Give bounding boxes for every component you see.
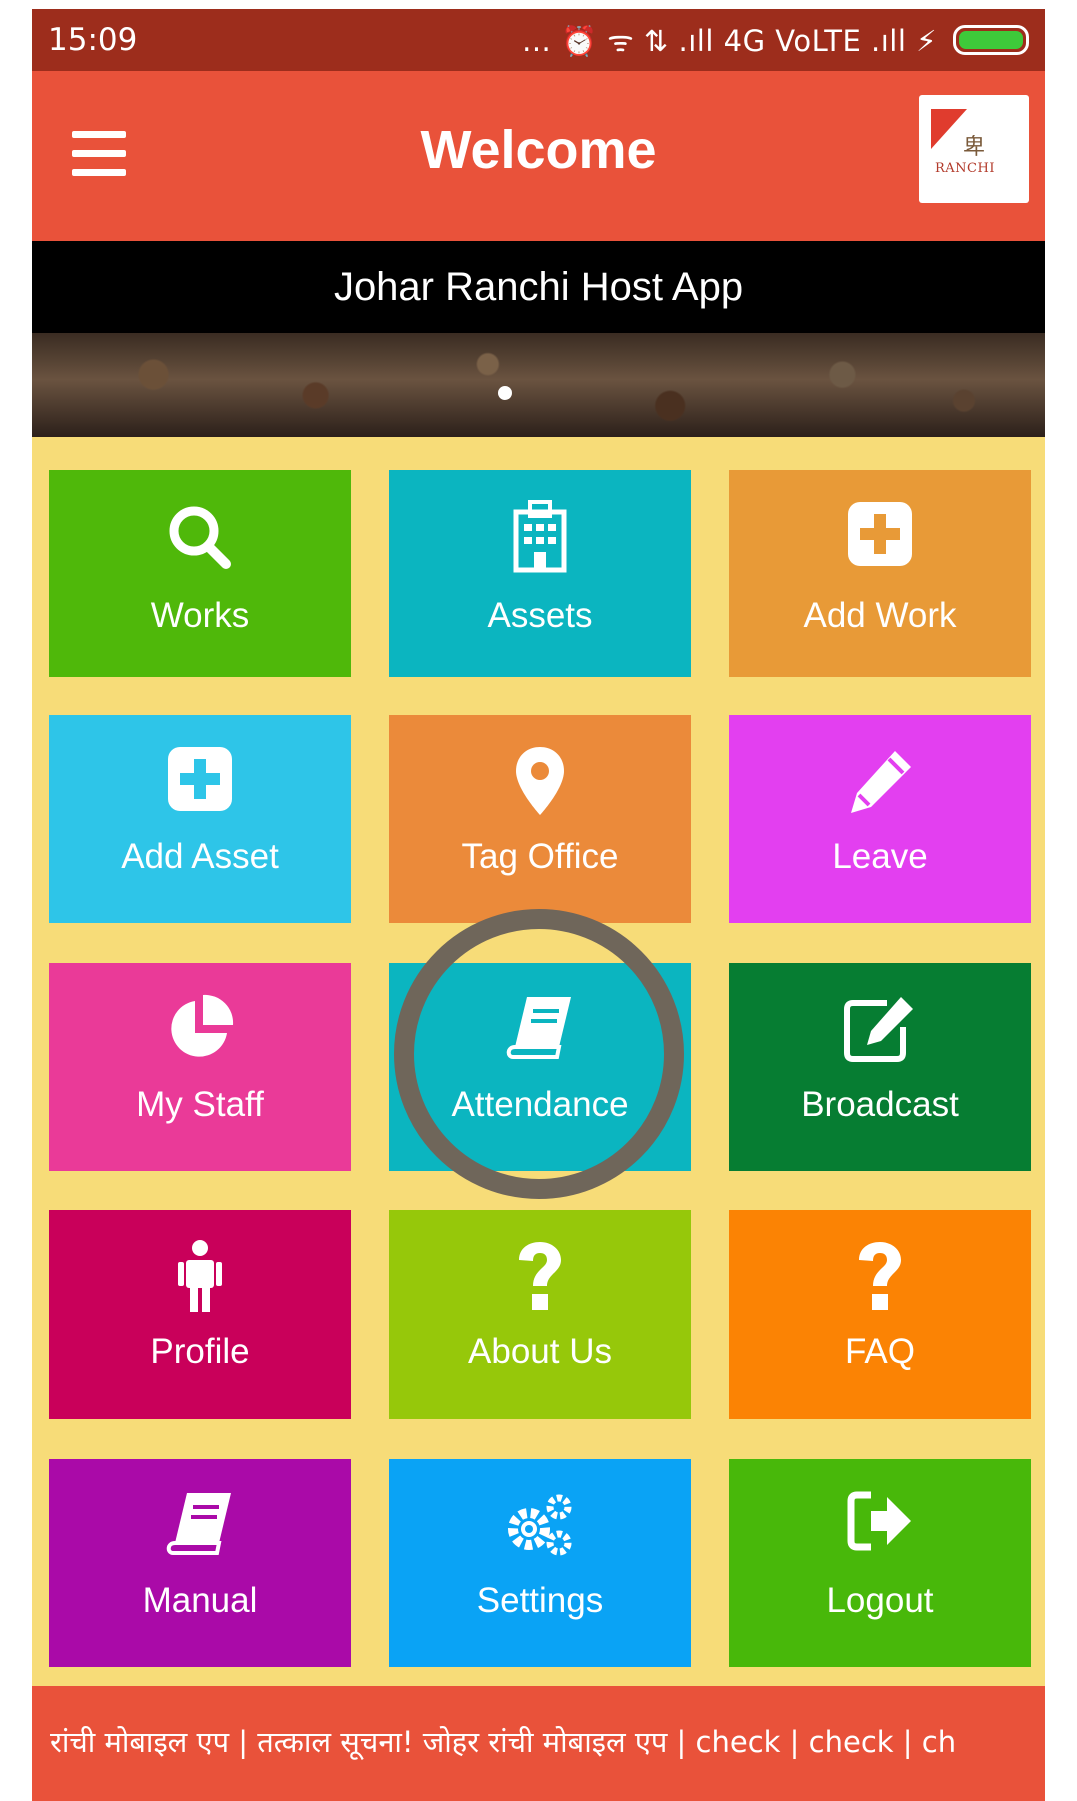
tile-logout[interactable]: Logout [729, 1459, 1031, 1667]
image-slider[interactable] [32, 333, 1045, 437]
sign-out-icon [729, 1489, 1031, 1563]
plus-square-icon [729, 500, 1031, 574]
tile-label: Logout [826, 1581, 934, 1620]
tile-add-work[interactable]: Add Work [729, 470, 1031, 677]
slider-indicator-dot[interactable] [498, 386, 512, 400]
tile-attendance[interactable]: Attendance [389, 963, 691, 1171]
tile-add-asset[interactable]: Add Asset [49, 715, 351, 923]
news-ticker-text: रांची मोबाइल एप | तत्काल सूचना! जोहर रां… [50, 1725, 957, 1759]
app-bar: Welcome 卑 RANCHI [32, 71, 1045, 241]
tile-label: Profile [150, 1332, 250, 1371]
tile-label: Tag Office [461, 837, 619, 876]
tile-tag-office[interactable]: Tag Office [389, 715, 691, 923]
tile-label: Assets [487, 596, 593, 635]
tile-label: About Us [468, 1332, 612, 1371]
edit-square-icon [729, 993, 1031, 1067]
tile-my-staff[interactable]: My Staff [49, 963, 351, 1171]
tile-profile[interactable]: Profile [49, 1210, 351, 1419]
ranchi-logo: 卑 RANCHI [919, 95, 1029, 203]
tile-label: My Staff [136, 1085, 264, 1124]
tile-works[interactable]: Works [49, 470, 351, 677]
tile-faq[interactable]: FAQ [729, 1210, 1031, 1419]
question-icon [729, 1240, 1031, 1314]
plus-square-icon [49, 745, 351, 819]
status-time: 15:09 [48, 22, 138, 58]
news-ticker-bar: रांची मोबाइल एप | तत्काल सूचना! जोहर रां… [32, 1686, 1045, 1801]
tile-label: Leave [832, 837, 928, 876]
tile-label: Add Work [803, 596, 957, 635]
tile-label: Broadcast [801, 1085, 959, 1124]
hospital-building-icon [389, 500, 691, 574]
tile-label: FAQ [844, 1332, 916, 1371]
tile-manual[interactable]: Manual [49, 1459, 351, 1667]
tile-leave[interactable]: Leave [729, 715, 1031, 923]
status-bar: 15:09 ... ⏰ ᯤ ⇅ .ıll 4G VoLTE .ıll ⚡ [32, 9, 1045, 71]
pencil-icon [729, 745, 1031, 819]
page-title: Welcome [420, 120, 657, 180]
gears-icon [389, 1489, 691, 1563]
person-icon [49, 1240, 351, 1314]
tile-label: Manual [142, 1581, 258, 1620]
book-icon [49, 1489, 351, 1563]
tile-label: Works [150, 596, 250, 635]
app-screen: 15:09 ... ⏰ ᯤ ⇅ .ıll 4G VoLTE .ıll ⚡ Wel… [32, 9, 1045, 1801]
tile-settings[interactable]: Settings [389, 1459, 691, 1667]
app-banner-title: Johar Ranchi Host App [32, 241, 1045, 333]
pie-chart-icon [49, 993, 351, 1067]
tile-about-us[interactable]: About Us [389, 1210, 691, 1419]
battery-icon [953, 25, 1029, 55]
question-icon [389, 1240, 691, 1314]
map-marker-icon [389, 745, 691, 819]
search-icon [49, 500, 351, 574]
tile-label: Attendance [451, 1085, 629, 1124]
tile-assets[interactable]: Assets [389, 470, 691, 677]
status-icons-text: ... ⏰ ᯤ ⇅ .ıll 4G VoLTE .ıll ⚡ [522, 23, 937, 58]
tile-broadcast[interactable]: Broadcast [729, 963, 1031, 1171]
tile-label: Settings [476, 1581, 604, 1620]
book-icon [389, 993, 691, 1067]
status-indicators: ... ⏰ ᯤ ⇅ .ıll 4G VoLTE .ıll ⚡ [522, 21, 1029, 60]
tile-label: Add Asset [121, 837, 279, 876]
